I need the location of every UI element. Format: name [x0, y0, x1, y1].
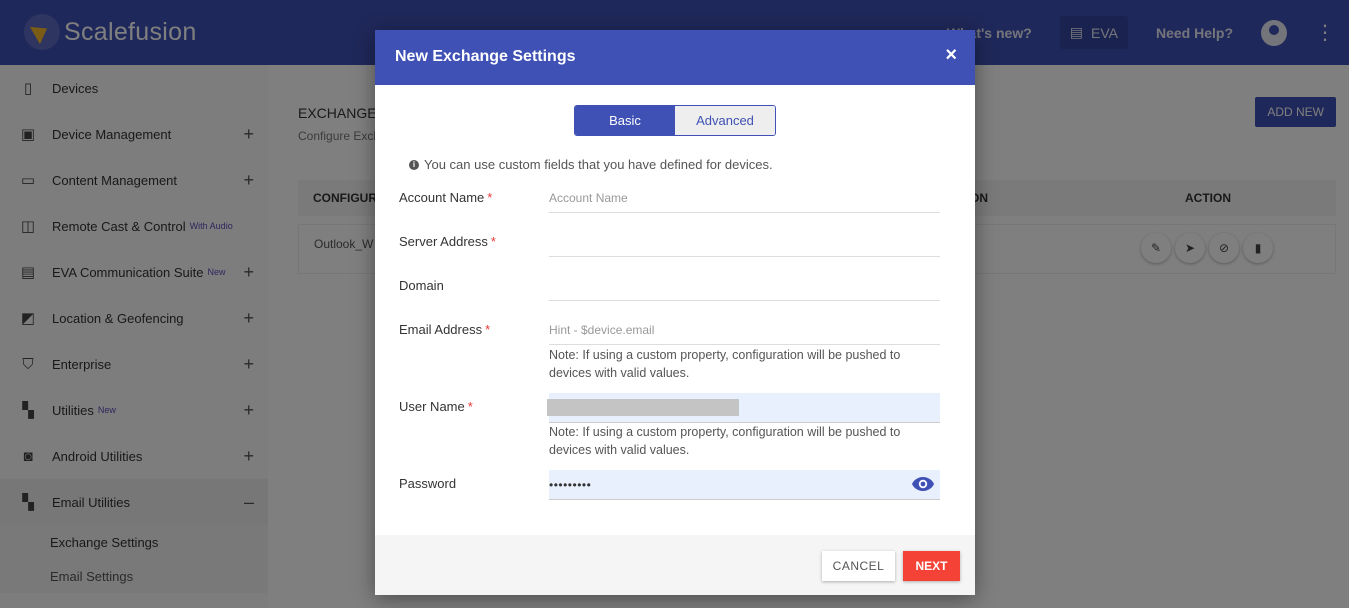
info-message: i You can use custom fields that you hav… — [409, 157, 773, 172]
email-address-placeholder: Hint - $device.email — [549, 322, 655, 337]
email-address-label: Email Address * — [399, 322, 491, 337]
dialog-header: New Exchange Settings × — [375, 30, 975, 85]
domain-input[interactable] — [549, 271, 940, 301]
email-address-input[interactable]: Hint - $device.email — [549, 315, 940, 345]
server-address-input[interactable] — [549, 227, 940, 257]
email-address-note: Note: If using a custom property, config… — [549, 348, 901, 380]
password-label: Password — [399, 476, 457, 491]
account-name-input[interactable]: Account Name — [549, 183, 940, 213]
next-button[interactable]: NEXT — [903, 551, 960, 581]
server-address-label: Server Address * — [399, 234, 496, 249]
dialog-footer: CANCEL NEXT — [375, 535, 975, 595]
info-icon: i — [409, 159, 419, 170]
user-name-note: Note: If using a custom property, config… — [549, 425, 901, 457]
tab-advanced[interactable]: Advanced — [675, 106, 775, 135]
settings-tabs: Basic Advanced — [574, 105, 776, 136]
eye-icon[interactable] — [911, 475, 935, 493]
info-text: You can use custom fields that you have … — [424, 157, 773, 172]
password-value: ••••••••• — [549, 477, 592, 492]
new-exchange-settings-dialog: New Exchange Settings × Basic Advanced i… — [375, 30, 975, 595]
redacted-value — [547, 399, 739, 416]
password-input[interactable]: ••••••••• — [549, 470, 940, 500]
account-name-placeholder: Account Name — [549, 190, 628, 205]
domain-label: Domain — [399, 278, 444, 293]
cancel-button[interactable]: CANCEL — [822, 551, 895, 581]
tab-basic[interactable]: Basic — [575, 106, 675, 135]
dialog-title: New Exchange Settings — [395, 48, 576, 65]
user-name-input[interactable] — [547, 393, 940, 423]
user-name-label: User Name * — [399, 399, 473, 414]
close-icon[interactable]: × — [945, 44, 957, 67]
account-name-label: Account Name * — [399, 190, 493, 205]
